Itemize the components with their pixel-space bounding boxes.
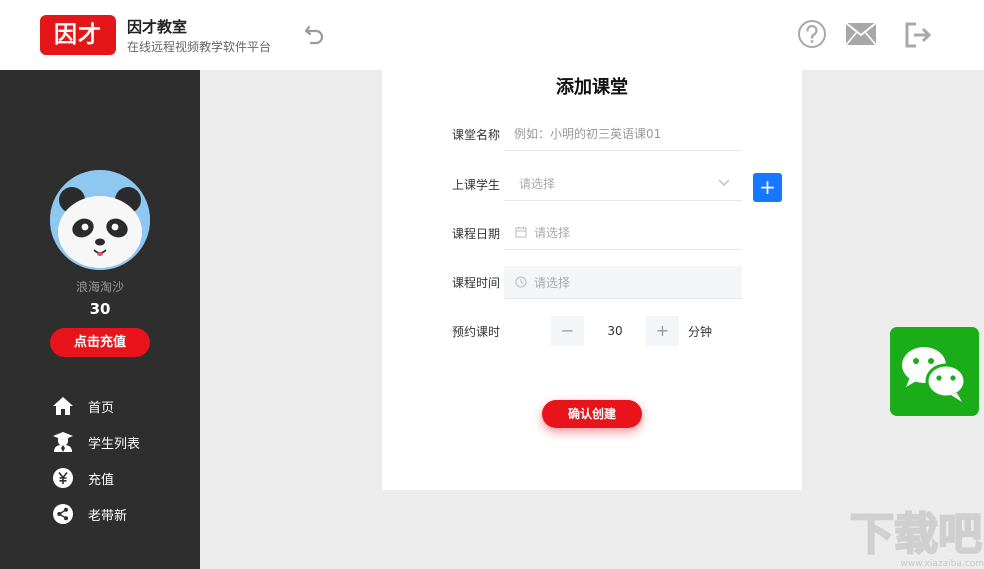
sidebar-item-recharge[interactable]: 充值: [52, 466, 192, 490]
share-icon: [53, 504, 73, 524]
undo-icon[interactable]: [303, 23, 327, 47]
date-picker[interactable]: 请选择: [504, 214, 742, 250]
exit-icon[interactable]: [904, 22, 932, 48]
mail-icon[interactable]: [845, 22, 877, 46]
duration-label: 预约课时: [452, 325, 501, 339]
class-name-input[interactable]: 例如：小明的初三英语课01: [504, 115, 742, 151]
class-name-placeholder: 例如：小明的初三英语课01: [514, 127, 662, 141]
svg-text:下载吧: 下载吧: [850, 509, 982, 557]
sidebar-item-students[interactable]: 学生列表: [52, 430, 192, 454]
date-label: 课程日期: [452, 227, 501, 241]
confirm-create-button[interactable]: 确认创建: [542, 400, 642, 428]
app-header: 因才 因才教室 在线远程视频教学软件平台: [0, 0, 984, 70]
user-balance: 30: [89, 300, 111, 318]
add-class-card: 添加课堂 课堂名称 例如：小明的初三英语课01 上课学生 请选择 + 课程日期 …: [382, 70, 802, 490]
sidebar-item-label: 老带新: [88, 508, 128, 524]
page-title: 添加课堂: [556, 77, 628, 98]
class-name-label: 课堂名称: [452, 128, 501, 142]
calendar-icon: [515, 226, 527, 238]
user-name: 浪海淘沙: [75, 280, 124, 294]
wechat-icon: [902, 347, 967, 402]
duration-increment-button[interactable]: +: [646, 316, 679, 346]
students-select[interactable]: 请选择: [504, 165, 742, 201]
panda-avatar-icon: [50, 170, 150, 270]
students-placeholder: 请选择: [519, 177, 556, 191]
date-placeholder: 请选择: [534, 226, 571, 240]
duration-value[interactable]: 30: [584, 316, 646, 346]
time-placeholder: 请选择: [534, 276, 571, 290]
add-student-button[interactable]: +: [753, 173, 782, 202]
app-logo: 因才: [40, 15, 116, 55]
students-label: 上课学生: [452, 178, 501, 192]
duration-decrement-button[interactable]: −: [551, 316, 584, 346]
home-icon: [53, 397, 73, 415]
app-subtitle: 在线远程视频教学软件平台: [127, 40, 272, 54]
sidebar-item-label: 充值: [88, 472, 115, 488]
yuan-icon: [53, 468, 73, 488]
chevron-down-icon: [718, 179, 730, 186]
sidebar: 浪海淘沙 30 点击充值 首页 学生列表 充值 老带新: [0, 70, 200, 569]
recharge-button[interactable]: 点击充值: [50, 328, 150, 357]
avatar[interactable]: [50, 170, 150, 270]
sidebar-item-label: 学生列表: [88, 436, 141, 452]
sidebar-item-label: 首页: [88, 400, 115, 416]
wechat-button[interactable]: [890, 327, 979, 416]
clock-icon: [515, 276, 527, 288]
time-picker[interactable]: 请选择: [504, 266, 742, 299]
watermark-url: www.xiazaiba.com: [900, 559, 984, 569]
time-label: 课程时间: [452, 276, 501, 290]
duration-unit: 分钟: [688, 325, 713, 339]
watermark-logo-icon: 下载吧: [849, 508, 983, 561]
student-icon: [53, 432, 73, 452]
watermark: 下载吧 www.xiazaiba.com: [846, 505, 984, 569]
help-icon[interactable]: [797, 19, 827, 49]
app-title: 因才教室: [127, 18, 188, 36]
sidebar-item-home[interactable]: 首页: [52, 394, 192, 418]
sidebar-item-referral[interactable]: 老带新: [52, 502, 192, 526]
